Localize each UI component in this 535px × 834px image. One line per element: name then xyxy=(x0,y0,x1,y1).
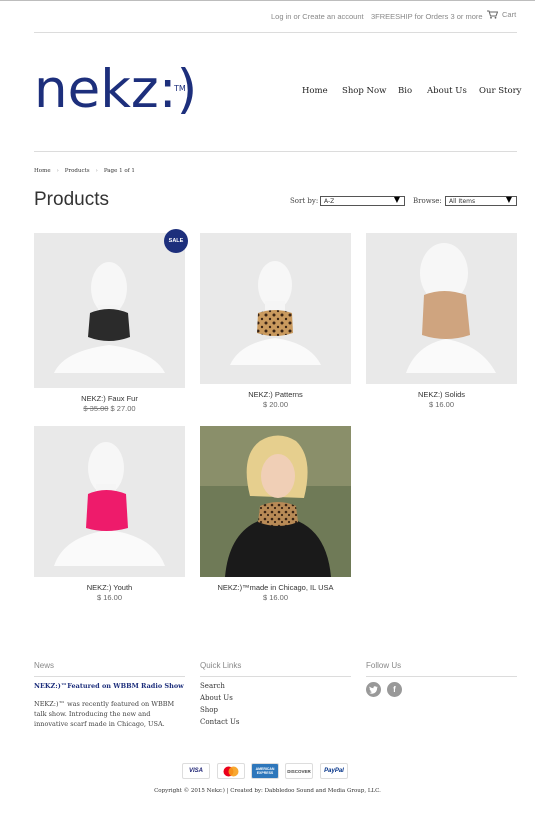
product-name[interactable]: NEKZ:) Youth xyxy=(34,583,185,592)
footer-link-shop[interactable]: Shop xyxy=(200,706,218,714)
cart-label: Cart xyxy=(502,10,517,19)
twitter-icon[interactable] xyxy=(366,682,381,697)
product-image-made-in-chicago[interactable] xyxy=(200,426,351,577)
mannequin-icon xyxy=(34,233,185,388)
sort-label: Sort by: xyxy=(290,197,319,205)
footer-divider xyxy=(34,676,185,677)
footer-link-search[interactable]: Search xyxy=(200,682,225,690)
model-photo-icon xyxy=(200,426,351,577)
payment-label: VISA xyxy=(188,768,203,774)
breadcrumb-page: Page 1 of 1 xyxy=(103,168,135,174)
nav-divider xyxy=(34,151,517,152)
nav-about-us[interactable]: About Us xyxy=(427,86,467,96)
account-links: Log in or Create an account xyxy=(271,12,364,21)
product-price: $ 16.00 xyxy=(96,593,123,602)
news-article-link[interactable]: NEKZ:)™Featured on WBBM Radio Show xyxy=(34,682,184,690)
payment-label: AMERICAN EXPRESS xyxy=(255,767,275,775)
cart-link[interactable]: Cart xyxy=(487,10,516,19)
dropdown-arrow-icon: ▼ xyxy=(393,195,400,204)
nav-our-story[interactable]: Our Story xyxy=(479,86,521,96)
or-text: or xyxy=(293,12,301,21)
facebook-f-icon: f xyxy=(393,685,396,694)
mastercard-circles-icon xyxy=(223,766,239,776)
logo-text: nekz:) xyxy=(34,59,198,120)
sort-select[interactable]: A-Z ▼ xyxy=(320,195,405,206)
product-price: $ 20.00 xyxy=(262,400,289,409)
footer-divider xyxy=(200,676,351,677)
product-price: $ 16.00 xyxy=(428,400,455,409)
product-old-price: $ 35.00 xyxy=(83,404,109,413)
product-name[interactable]: NEKZ:) Faux Fur xyxy=(34,394,185,403)
top-border xyxy=(0,0,535,1)
product-name[interactable]: NEKZ:)™made in Chicago, IL USA xyxy=(200,583,351,592)
login-link[interactable]: Log in xyxy=(271,12,291,21)
product-sale-price: $ 27.00 xyxy=(110,404,136,413)
promo-text: 3FREESHIP for Orders 3 or more xyxy=(371,12,483,21)
paypal-icon: PayPal xyxy=(320,763,348,779)
mannequin-icon xyxy=(366,233,517,384)
product-image-patterns[interactable] xyxy=(200,233,351,384)
discover-icon: DISCOVER xyxy=(285,763,313,779)
nav-shop-now[interactable]: Shop Now xyxy=(342,86,386,96)
nav-bio[interactable]: Bio xyxy=(398,86,412,96)
payment-label: DISCOVER xyxy=(287,768,311,774)
amex-icon: AMERICAN EXPRESS xyxy=(251,763,279,779)
product-image-solids[interactable] xyxy=(366,233,517,384)
header-divider xyxy=(34,32,517,33)
mastercard-icon xyxy=(217,763,245,779)
footer-quick-links-heading: Quick Links xyxy=(200,661,242,670)
footer-link-about-us[interactable]: About Us xyxy=(200,694,233,702)
footer-news-heading: News xyxy=(34,661,55,670)
payment-label: PayPal xyxy=(324,768,344,774)
product-image-youth[interactable] xyxy=(34,426,185,577)
breadcrumb-home[interactable]: Home xyxy=(34,168,51,174)
footer-follow-heading: Follow Us xyxy=(366,661,402,670)
product-price: $ 35.00 $ 27.00 xyxy=(34,404,185,413)
site-logo[interactable]: nekz:) TM xyxy=(34,62,197,118)
mannequin-icon xyxy=(34,426,185,577)
dropdown-arrow-icon: ▼ xyxy=(505,195,512,204)
browse-label: Browse: xyxy=(413,197,442,205)
footer-divider xyxy=(366,676,517,677)
browse-value: All Items xyxy=(449,198,476,205)
page-title: Products xyxy=(34,189,109,210)
footer-link-contact-us[interactable]: Contact Us xyxy=(200,718,240,726)
facebook-icon[interactable]: f xyxy=(387,682,402,697)
product-name[interactable]: NEKZ:) Patterns xyxy=(200,390,351,399)
logo-trademark: TM xyxy=(174,84,186,93)
browse-select[interactable]: All Items ▼ xyxy=(445,195,517,206)
breadcrumb: Home › Products › Page 1 of 1 xyxy=(34,168,135,174)
copyright-text: Copyright © 2015 Nekz:) | Created by: Da… xyxy=(154,788,381,794)
top-bar: Log in or Create an account 3FREESHIP fo… xyxy=(34,10,517,24)
sort-value: A-Z xyxy=(324,198,335,205)
mannequin-icon xyxy=(200,233,351,384)
news-article-excerpt: NEKZ:)™ was recently featured on WBBM ta… xyxy=(34,700,175,728)
cart-icon xyxy=(487,10,498,19)
product-image-faux-fur[interactable] xyxy=(34,233,185,388)
breadcrumb-products[interactable]: Products xyxy=(65,168,90,174)
breadcrumb-separator: › xyxy=(95,168,98,174)
visa-icon: VISA xyxy=(182,763,210,779)
nav-home[interactable]: Home xyxy=(302,86,328,96)
create-account-link[interactable]: Create an account xyxy=(302,12,363,21)
sale-badge: SALE xyxy=(164,229,188,253)
product-price: $ 16.00 xyxy=(262,593,289,602)
product-name[interactable]: NEKZ:) Solids xyxy=(366,390,517,399)
breadcrumb-separator: › xyxy=(56,168,59,174)
twitter-bird-icon xyxy=(369,685,378,694)
